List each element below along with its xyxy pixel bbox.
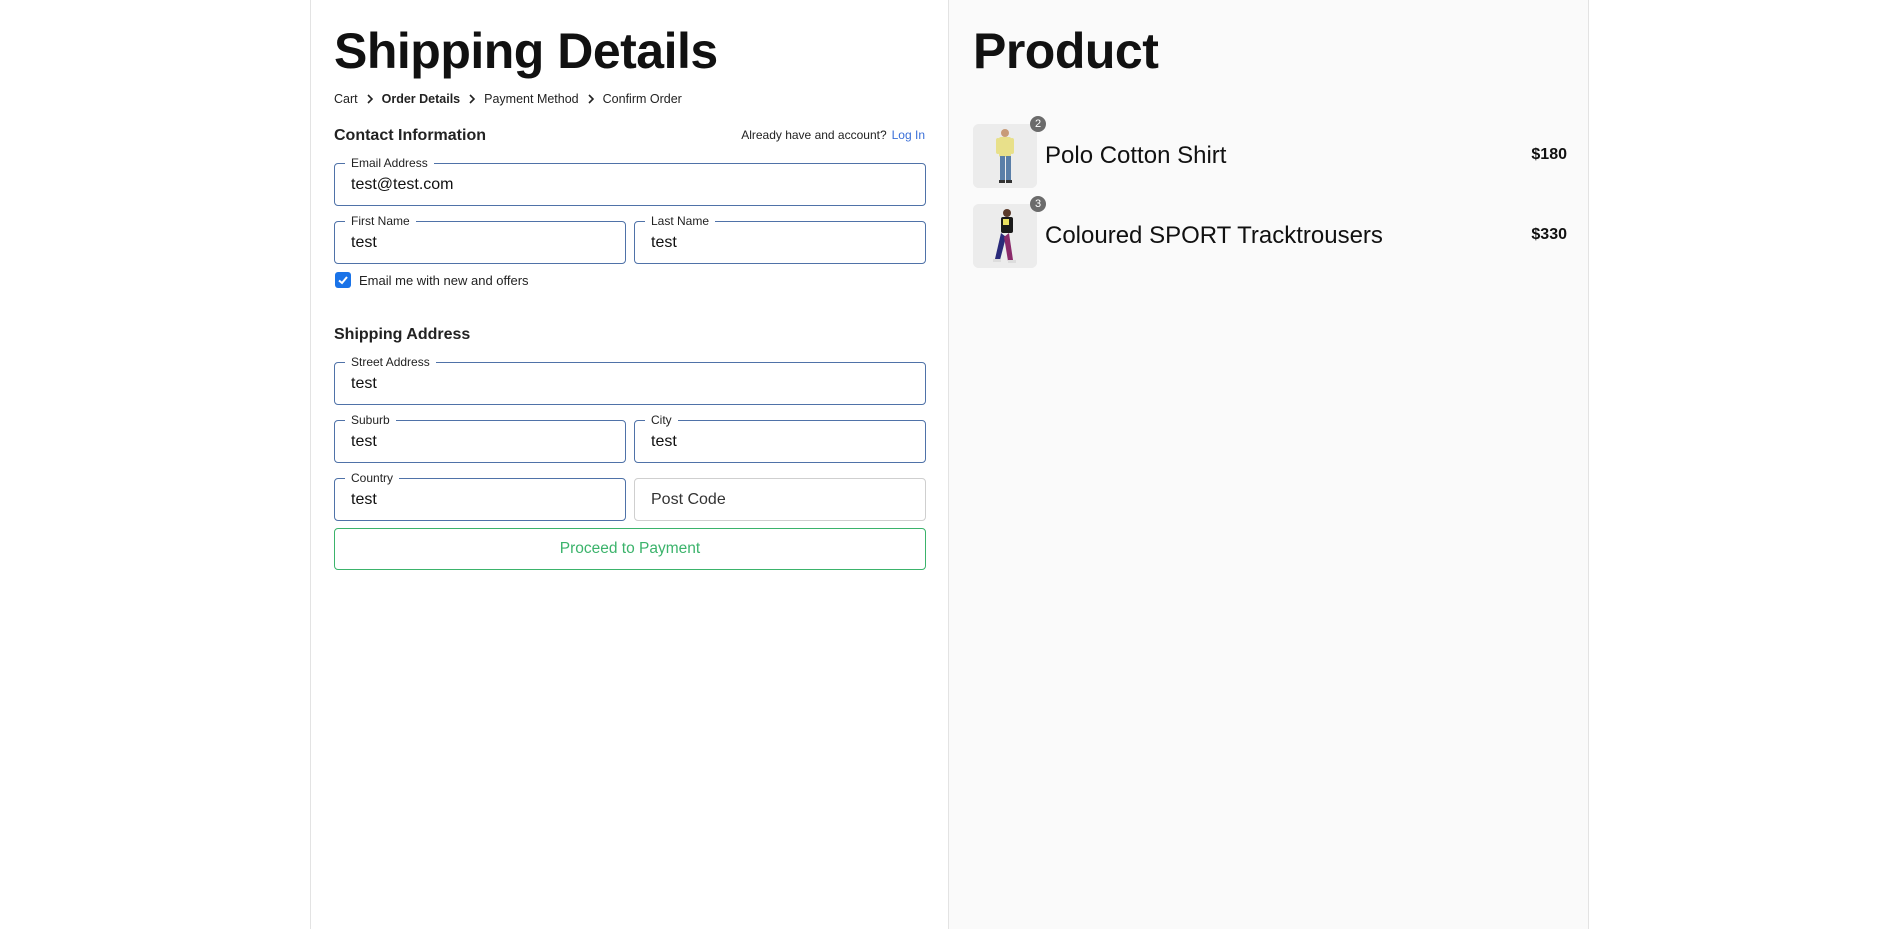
chevron-right-icon: [365, 94, 375, 104]
breadcrumb: Cart Order Details Payment Method Confir…: [334, 92, 682, 106]
country-label: Country: [345, 471, 400, 485]
suburb-label: Suburb: [345, 413, 396, 427]
shipping-panel: Shipping Details Cart Order Details Paym…: [310, 0, 949, 929]
offers-checkbox[interactable]: [335, 272, 351, 288]
country-field[interactable]: Country test: [334, 471, 626, 521]
street-address-value: test: [351, 375, 377, 392]
post-code-placeholder: Post Code: [651, 491, 726, 508]
email-value: test@test.com: [351, 176, 454, 193]
checkout-page: Shipping Details Cart Order Details Paym…: [310, 0, 1590, 929]
post-code-field[interactable]: Post Code: [634, 478, 926, 521]
first-name-label: First Name: [345, 214, 416, 228]
product-title: Product: [973, 23, 1159, 79]
email-label: Email Address: [345, 156, 434, 170]
city-label: City: [645, 413, 678, 427]
proceed-to-payment-button[interactable]: Proceed to Payment: [334, 528, 926, 570]
account-prompt: Already have and account? Log In: [741, 128, 925, 142]
contact-heading: Contact Information: [334, 127, 486, 144]
first-name-value: test: [351, 234, 377, 251]
breadcrumb-order-details[interactable]: Order Details: [382, 92, 461, 106]
login-link[interactable]: Log In: [892, 128, 925, 142]
product-thumbnail: [973, 204, 1037, 268]
product-thumbnail: [973, 124, 1037, 188]
product-price: $180: [1531, 146, 1567, 163]
product-item[interactable]: 2 Polo Cotton Shirt $180: [973, 116, 1567, 190]
city-value: test: [651, 433, 677, 450]
last-name-field[interactable]: Last Name test: [634, 214, 926, 264]
quantity-badge: 2: [1030, 116, 1046, 132]
product-name: Polo Cotton Shirt: [1045, 142, 1227, 169]
city-field[interactable]: City test: [634, 413, 926, 463]
breadcrumb-payment-method[interactable]: Payment Method: [484, 92, 579, 106]
page-title: Shipping Details: [334, 23, 718, 79]
breadcrumb-cart[interactable]: Cart: [334, 92, 358, 106]
suburb-value: test: [351, 433, 377, 450]
account-prompt-text: Already have and account?: [741, 128, 887, 142]
offers-checkbox-label: Email me with new and offers: [359, 272, 529, 288]
email-field[interactable]: Email Address test@test.com: [334, 156, 926, 206]
chevron-right-icon: [467, 94, 477, 104]
product-name: Coloured SPORT Tracktrousers: [1045, 222, 1383, 249]
breadcrumb-confirm-order[interactable]: Confirm Order: [603, 92, 682, 106]
product-panel: Product 2 Polo Cotton Shirt $180 3 Colou…: [949, 0, 1589, 929]
last-name-value: test: [651, 234, 677, 251]
address-heading: Shipping Address: [334, 326, 471, 343]
street-address-label: Street Address: [345, 355, 436, 369]
chevron-right-icon: [586, 94, 596, 104]
first-name-field[interactable]: First Name test: [334, 214, 626, 264]
street-address-field[interactable]: Street Address test: [334, 355, 926, 405]
last-name-label: Last Name: [645, 214, 716, 228]
product-price: $330: [1531, 226, 1567, 243]
product-item[interactable]: 3 Coloured SPORT Tracktrousers $330: [973, 196, 1567, 270]
quantity-badge: 3: [1030, 196, 1046, 212]
offers-checkbox-row[interactable]: Email me with new and offers: [335, 272, 529, 288]
country-value: test: [351, 491, 377, 508]
suburb-field[interactable]: Suburb test: [334, 413, 626, 463]
